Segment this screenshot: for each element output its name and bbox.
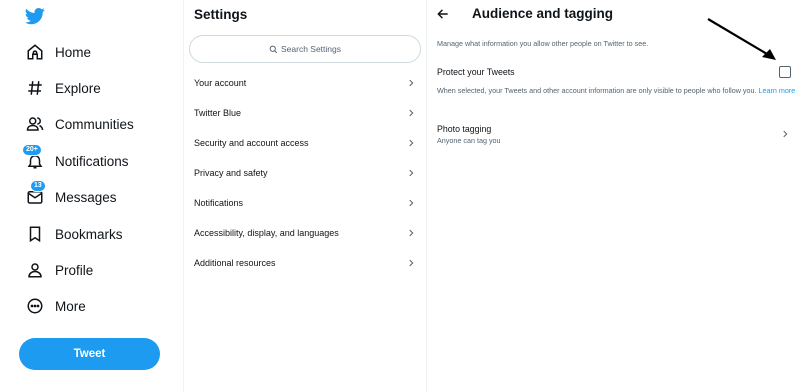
chevron-right-icon bbox=[409, 199, 414, 207]
nav-item-home[interactable]: Home bbox=[25, 39, 91, 65]
photo-tagging-sub: Anyone can tag you bbox=[437, 136, 501, 145]
protect-tweets-label: Protect your Tweets bbox=[437, 67, 515, 77]
more-circle-icon bbox=[25, 296, 45, 316]
hashtag-icon bbox=[25, 78, 45, 98]
left-nav: Home Explore Communities 20+ Notificatio… bbox=[0, 0, 183, 392]
nav-label: Communities bbox=[55, 116, 134, 132]
nav-label: More bbox=[55, 298, 86, 314]
protect-tweets-checkbox[interactable] bbox=[779, 66, 791, 78]
settings-item-label: Twitter Blue bbox=[194, 108, 242, 118]
settings-item-accessibility[interactable]: Accessibility, display, and languages bbox=[184, 218, 426, 248]
chevron-right-icon bbox=[783, 130, 788, 138]
nav-label: Profile bbox=[55, 262, 94, 278]
envelope-icon: 13 bbox=[25, 180, 46, 207]
settings-item-label: Additional resources bbox=[194, 258, 276, 268]
nav-item-notifications[interactable]: 20+ Notifications bbox=[22, 144, 129, 174]
annotation-arrow-icon bbox=[707, 18, 776, 60]
settings-item-additional-resources[interactable]: Additional resources bbox=[184, 248, 426, 278]
chevron-right-icon bbox=[409, 229, 414, 237]
settings-column: Settings Search Settings Your account Tw… bbox=[184, 0, 426, 392]
nav-item-bookmarks[interactable]: Bookmarks bbox=[25, 221, 123, 247]
settings-item-notifications[interactable]: Notifications bbox=[184, 188, 426, 218]
nav-label: Notifications bbox=[55, 153, 129, 169]
search-icon bbox=[269, 45, 278, 53]
settings-item-label: Privacy and safety bbox=[194, 168, 268, 178]
page-title: Audience and tagging bbox=[472, 6, 614, 21]
settings-item-twitter-blue[interactable]: Twitter Blue bbox=[184, 98, 426, 128]
learn-more-link[interactable]: Learn more bbox=[759, 86, 796, 95]
tweet-button[interactable]: Tweet bbox=[19, 338, 160, 370]
nav-item-more[interactable]: More bbox=[25, 293, 86, 319]
bell-icon: 20+ bbox=[22, 144, 45, 171]
communities-icon bbox=[25, 114, 45, 134]
settings-item-privacy[interactable]: Privacy and safety bbox=[184, 158, 426, 188]
settings-item-label: Notifications bbox=[194, 198, 244, 208]
twitter-logo-icon[interactable] bbox=[24, 6, 46, 26]
profile-icon bbox=[25, 260, 45, 280]
nav-label: Messages bbox=[55, 189, 117, 205]
search-placeholder: Search Settings bbox=[280, 44, 341, 54]
messages-badge: 13 bbox=[30, 180, 46, 192]
protect-help-text: When selected, your Tweets and other acc… bbox=[437, 86, 757, 95]
settings-item-label: Security and account access bbox=[194, 138, 309, 148]
protect-tweets-help: When selected, your Tweets and other acc… bbox=[437, 86, 797, 96]
settings-item-your-account[interactable]: Your account bbox=[184, 68, 426, 98]
settings-title: Settings bbox=[194, 7, 248, 22]
settings-item-label: Your account bbox=[194, 78, 247, 88]
photo-tagging-label: Photo tagging bbox=[437, 124, 492, 134]
nav-item-profile[interactable]: Profile bbox=[25, 257, 93, 283]
search-settings-input[interactable]: Search Settings bbox=[189, 35, 421, 63]
chevron-right-icon bbox=[409, 139, 414, 147]
nav-label: Explore bbox=[55, 80, 101, 96]
settings-item-security[interactable]: Security and account access bbox=[184, 128, 426, 158]
back-arrow-icon[interactable] bbox=[436, 7, 450, 21]
bookmark-icon bbox=[25, 224, 45, 244]
home-icon bbox=[25, 42, 45, 62]
chevron-right-icon bbox=[409, 259, 414, 267]
nav-item-explore[interactable]: Explore bbox=[25, 75, 101, 101]
nav-label: Home bbox=[55, 44, 92, 60]
chevron-right-icon bbox=[409, 169, 414, 177]
photo-tagging-row[interactable]: Photo tagging Anyone can tag you bbox=[427, 118, 800, 150]
page-description: Manage what information you allow other … bbox=[437, 39, 649, 48]
notification-badge: 20+ bbox=[22, 144, 42, 156]
nav-item-messages[interactable]: 13 Messages bbox=[25, 180, 117, 210]
settings-item-label: Accessibility, display, and languages bbox=[194, 228, 339, 238]
chevron-right-icon bbox=[409, 109, 414, 117]
nav-item-communities[interactable]: Communities bbox=[25, 111, 134, 137]
chevron-right-icon bbox=[409, 79, 414, 87]
nav-label: Bookmarks bbox=[55, 226, 123, 242]
